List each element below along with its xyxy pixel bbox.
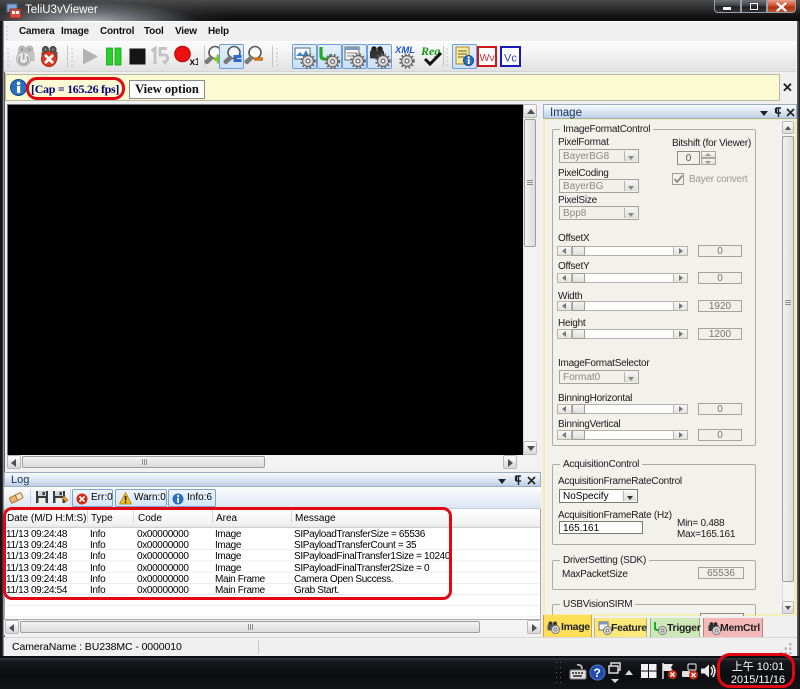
svg-text:x1: x1 — [190, 57, 199, 68]
svg-text:Vc: Vc — [504, 53, 517, 65]
svg-text:Wv: Wv — [480, 52, 496, 64]
svg-text:?: ? — [594, 666, 601, 680]
svg-text:XML: XML — [394, 45, 415, 56]
